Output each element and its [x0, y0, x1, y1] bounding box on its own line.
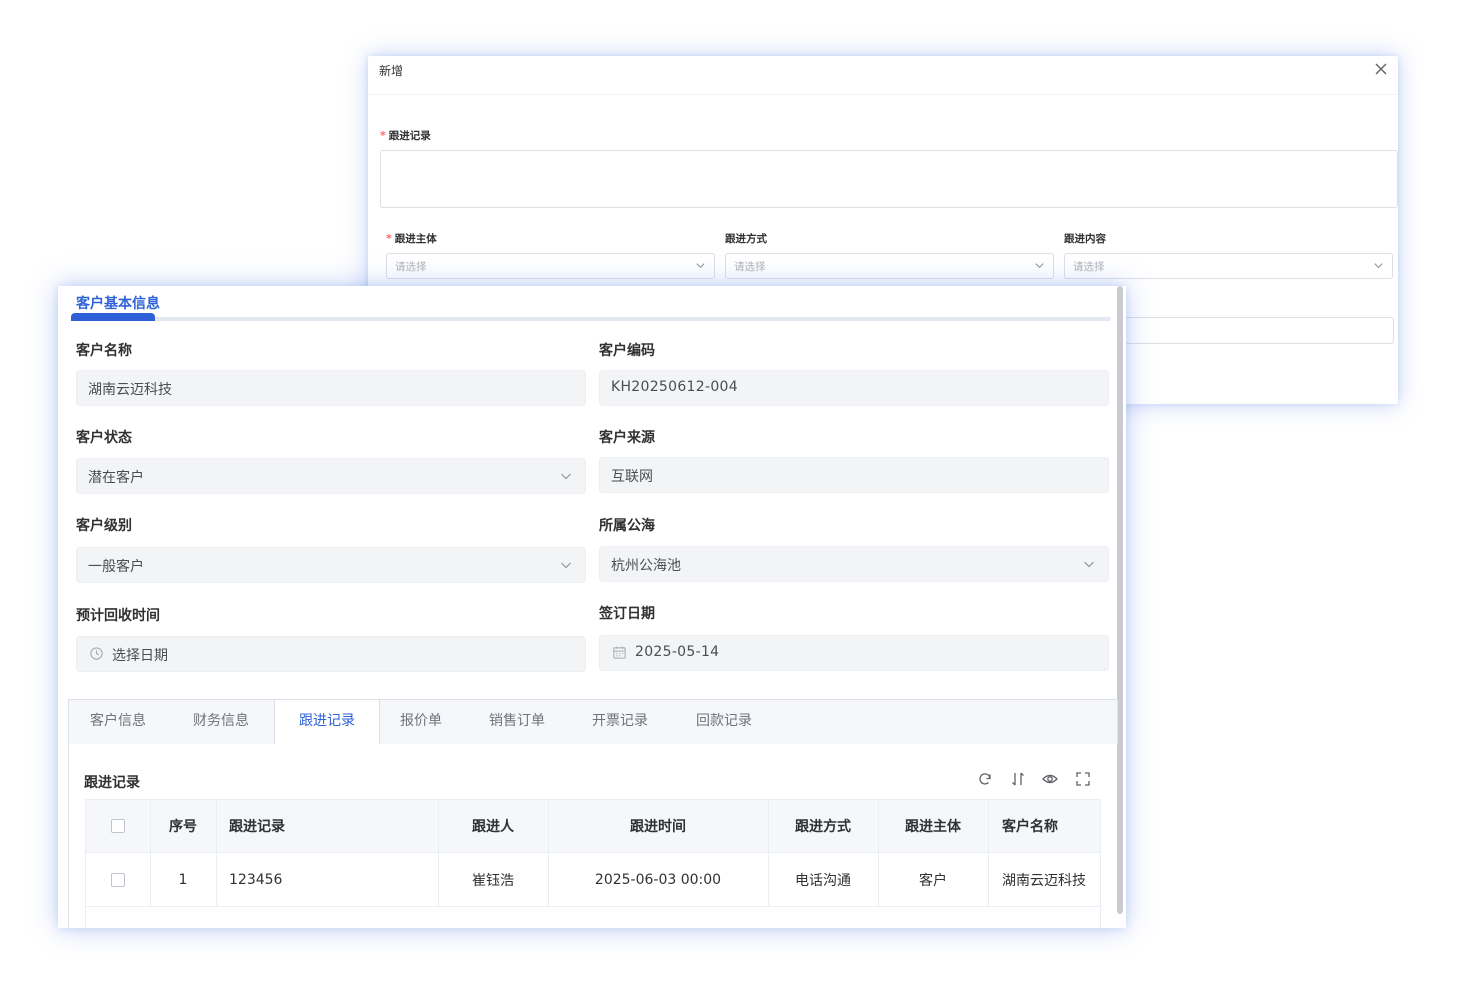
cell-index: 1 [178, 871, 188, 888]
column-divider [216, 800, 217, 906]
column-divider [988, 800, 989, 906]
col-index: 序号 [169, 819, 197, 835]
subject-label: * 跟进主体 [386, 231, 437, 246]
chevron-down-icon [1084, 561, 1094, 568]
tab-invoice-records[interactable]: 开票记录 [592, 700, 648, 743]
dialog-extra-input[interactable] [1125, 317, 1394, 344]
customer-status-select[interactable]: 潜在客户 [76, 458, 586, 494]
method-select-placeholder: 请选择 [734, 261, 766, 273]
customer-name-value: 湖南云迈科技 [88, 382, 172, 398]
tab-sales-order[interactable]: 销售订单 [489, 700, 545, 743]
customer-level-select[interactable]: 一般客户 [76, 547, 586, 583]
public-pool-label: 所属公海 [599, 518, 655, 534]
section-divider [71, 317, 1111, 321]
subject-select-placeholder: 请选择 [395, 261, 427, 273]
cell-customer-name: 湖南云迈科技 [1002, 872, 1086, 889]
calendar-icon [613, 646, 626, 659]
col-method: 跟进方式 [795, 819, 851, 835]
tab-quotation[interactable]: 报价单 [400, 700, 442, 743]
clock-icon [90, 647, 103, 660]
customer-status-label: 客户状态 [76, 430, 132, 446]
sign-date-value: 2025-05-14 [635, 644, 720, 660]
column-sort-icon[interactable] [1009, 770, 1027, 788]
records-table: 序号 跟进记录 跟进人 跟进时间 跟进方式 跟进主体 客户名称 1 123456… [85, 799, 1101, 928]
row-checkbox[interactable] [111, 872, 125, 887]
detail-tabs: 客户信息 财务信息 跟进记录 报价单 销售订单 开票记录 回款记录 [68, 699, 1118, 744]
chevron-down-icon [561, 473, 571, 480]
customer-level-label: 客户级别 [76, 518, 132, 534]
required-mark: * [380, 129, 386, 142]
sign-date-picker[interactable]: 2025-05-14 [599, 635, 1109, 671]
chevron-down-icon [1035, 263, 1044, 269]
records-title: 跟进记录 [84, 775, 140, 791]
chevron-down-icon [561, 562, 571, 569]
recycle-time-label: 预计回收时间 [76, 608, 160, 624]
eye-icon[interactable] [1041, 770, 1059, 788]
column-divider [878, 800, 879, 906]
customer-code-value: KH20250612-004 [611, 379, 738, 395]
customer-code-field[interactable]: KH20250612-004 [599, 370, 1109, 406]
tab-follow-records[interactable]: 跟进记录 [274, 700, 380, 744]
subject-select[interactable]: 请选择 [386, 253, 715, 279]
cell-method: 电话沟通 [795, 872, 851, 889]
customer-code-label: 客户编码 [599, 343, 655, 359]
customer-source-value: 互联网 [611, 469, 653, 485]
content-label: 跟进内容 [1064, 233, 1106, 245]
column-divider [548, 800, 549, 906]
customer-source-label: 客户来源 [599, 430, 655, 446]
customer-panel: 客户基本信息 客户名称 湖南云迈科技 客户编码 KH20250612-004 客… [58, 286, 1126, 928]
customer-name-label: 客户名称 [76, 343, 132, 359]
tab-payment-records[interactable]: 回款记录 [696, 700, 752, 743]
required-mark: * [386, 232, 392, 245]
panel-scrollbar[interactable] [1117, 286, 1123, 914]
follow-record-textarea[interactable] [380, 150, 1398, 208]
column-divider [438, 800, 439, 906]
col-subject: 跟进主体 [905, 819, 961, 835]
sign-date-label: 签订日期 [599, 606, 655, 622]
customer-level-value: 一般客户 [88, 559, 144, 575]
col-record: 跟进记录 [229, 819, 285, 835]
column-divider [768, 800, 769, 906]
customer-source-field[interactable]: 互联网 [599, 457, 1109, 493]
section-active-indicator [71, 313, 155, 321]
col-time: 跟进时间 [630, 819, 686, 835]
cell-record: 123456 [229, 871, 283, 888]
fullscreen-icon[interactable] [1074, 770, 1092, 788]
tab-content-border [68, 743, 69, 928]
chevron-down-icon [696, 263, 705, 269]
refresh-icon[interactable] [976, 770, 994, 788]
select-all-checkbox[interactable] [111, 819, 125, 833]
customer-name-field[interactable]: 湖南云迈科技 [76, 370, 586, 406]
table-row[interactable]: 1 123456 崔钰浩 2025-06-03 00:00 电话沟通 客户 湖南… [86, 853, 1100, 907]
follow-record-label: * 跟进记录 [380, 128, 431, 143]
cell-subject: 客户 [919, 872, 947, 889]
chevron-down-icon [1374, 263, 1383, 269]
col-follower: 跟进人 [472, 819, 514, 835]
recycle-time-placeholder: 选择日期 [112, 648, 168, 664]
recycle-time-picker[interactable]: 选择日期 [76, 636, 586, 672]
col-customer-name: 客户名称 [1002, 819, 1058, 835]
close-icon[interactable] [1372, 60, 1390, 78]
method-label: 跟进方式 [725, 233, 767, 245]
tab-finance-info[interactable]: 财务信息 [193, 700, 249, 743]
column-divider [150, 800, 151, 906]
public-pool-value: 杭州公海池 [611, 558, 681, 574]
content-select[interactable]: 请选择 [1064, 253, 1393, 279]
customer-status-value: 潜在客户 [88, 470, 144, 486]
header-checkbox-cell [86, 800, 150, 852]
row-checkbox-cell [86, 853, 150, 906]
method-select[interactable]: 请选择 [725, 253, 1054, 279]
cell-follower: 崔钰浩 [472, 872, 514, 889]
subject-label-text: 跟进主体 [394, 233, 437, 245]
dialog-header: 新增 [368, 56, 1398, 95]
table-header-row: 序号 跟进记录 跟进人 跟进时间 跟进方式 跟进主体 客户名称 [86, 800, 1100, 853]
public-pool-select[interactable]: 杭州公海池 [599, 546, 1109, 582]
dialog-title: 新增 [379, 64, 404, 78]
cell-time: 2025-06-03 00:00 [594, 871, 722, 888]
content-select-placeholder: 请选择 [1073, 261, 1105, 273]
tab-customer-info[interactable]: 客户信息 [90, 700, 146, 743]
section-title[interactable]: 客户基本信息 [76, 293, 160, 313]
follow-record-label-text: 跟进记录 [388, 130, 431, 142]
